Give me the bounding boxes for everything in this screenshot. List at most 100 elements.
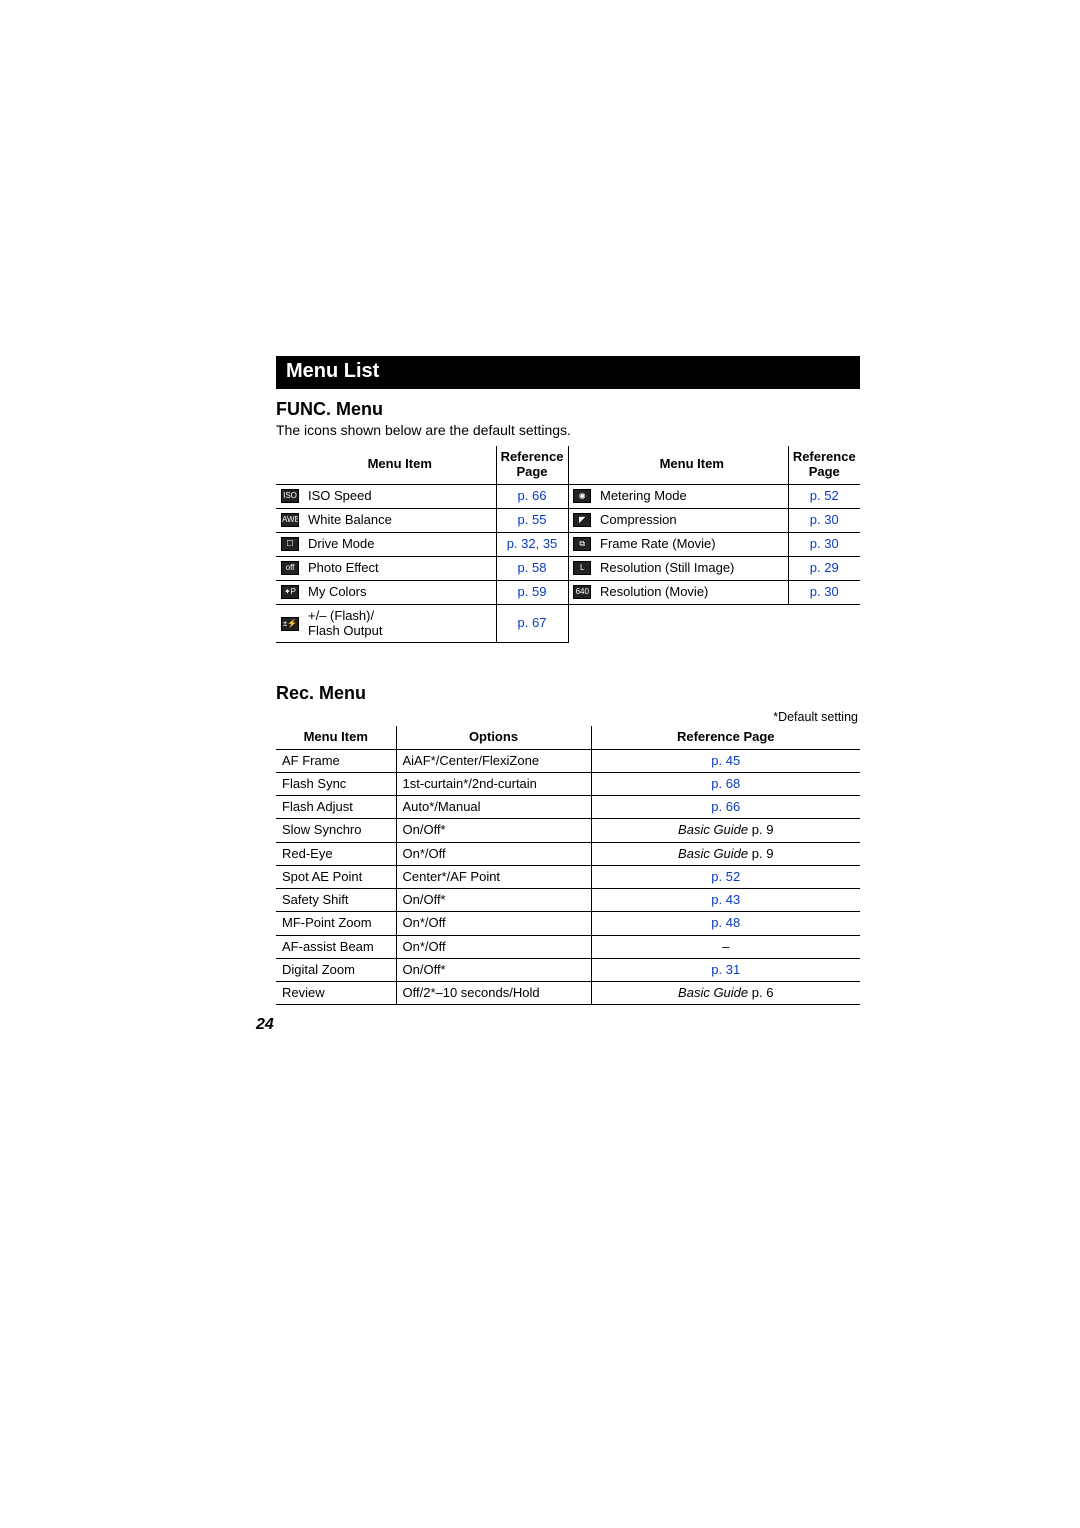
rec-row: Flash Sync1st-curtain*/2nd-curtainp. 68	[276, 772, 860, 795]
rec-ref-cell: Basic Guide p. 6	[591, 982, 860, 1005]
page-number: 24	[256, 1016, 274, 1034]
rec-ref-cell: Basic Guide p. 9	[591, 819, 860, 842]
func-label-cell: Photo Effect	[304, 556, 496, 580]
func-icon-cell: ⧉	[568, 532, 596, 556]
func-th-icon-l	[276, 446, 304, 484]
func-ref-cell[interactable]: p. 30	[788, 532, 860, 556]
rec-item-cell: Safety Shift	[276, 889, 396, 912]
func-label-cell: Metering Mode	[596, 484, 788, 508]
func-menu-title: FUNC. Menu	[276, 399, 860, 420]
menu-icon: ☐	[281, 537, 299, 551]
rec-item-cell: Slow Synchro	[276, 819, 396, 842]
page-reference-link[interactable]: p. 43	[711, 892, 740, 907]
func-icon-cell: ISO	[276, 484, 304, 508]
rec-ref-cell[interactable]: p. 48	[591, 912, 860, 935]
rec-item-cell: Flash Sync	[276, 772, 396, 795]
menu-icon: ✦P	[281, 585, 299, 599]
func-label-cell: Resolution (Movie)	[596, 580, 788, 604]
page-reference-link: p. 58	[518, 560, 547, 575]
rec-ref-cell[interactable]: p. 31	[591, 958, 860, 981]
guide-reference: Basic Guide	[678, 846, 748, 861]
rec-row: Digital ZoomOn/Off*p. 31	[276, 958, 860, 981]
page-reference-link: p. 59	[518, 584, 547, 599]
func-label-cell: Frame Rate (Movie)	[596, 532, 788, 556]
rec-ref-cell[interactable]: p. 68	[591, 772, 860, 795]
func-row: AWBWhite Balancep. 55◤Compressionp. 30	[276, 508, 860, 532]
rec-th-ref: Reference Page	[591, 726, 860, 749]
page-reference-link[interactable]: p. 31	[711, 962, 740, 977]
rec-ref-cell[interactable]: p. 43	[591, 889, 860, 912]
menu-icon: L	[573, 561, 591, 575]
rec-default-note: *Default setting	[276, 710, 858, 724]
rec-options-cell: On/Off*	[396, 819, 591, 842]
func-menu-table: Menu Item Reference Page Menu Item Refer…	[276, 446, 860, 643]
page-reference-link: p. 30	[810, 536, 839, 551]
func-icon-cell: ✦P	[276, 580, 304, 604]
menu-icon: ISO	[281, 489, 299, 503]
func-ref-cell[interactable]: p. 58	[496, 556, 568, 580]
rec-row: Slow SynchroOn/Off*Basic Guide p. 9	[276, 819, 860, 842]
func-ref-cell[interactable]: p. 30	[788, 580, 860, 604]
func-label-cell: ISO Speed	[304, 484, 496, 508]
func-icon-cell: 640	[568, 580, 596, 604]
page-reference-link[interactable]: p. 66	[711, 799, 740, 814]
func-ref-cell[interactable]: p. 67	[496, 604, 568, 643]
func-icon-cell: AWB	[276, 508, 304, 532]
func-ref-cell[interactable]: p. 52	[788, 484, 860, 508]
page-reference-link[interactable]: p. 52	[711, 869, 740, 884]
func-ref-cell[interactable]: p. 55	[496, 508, 568, 532]
func-th-ref-l: Reference Page	[496, 446, 568, 484]
func-icon-cell: ◤	[568, 508, 596, 532]
rec-menu-title: Rec. Menu	[276, 683, 860, 704]
func-label-cell: +/– (Flash)/Flash Output	[304, 604, 496, 643]
rec-ref-cell: –	[591, 935, 860, 958]
menu-icon: AWB	[281, 513, 299, 527]
rec-row: Red-EyeOn*/OffBasic Guide p. 9	[276, 842, 860, 865]
rec-options-cell: On*/Off	[396, 935, 591, 958]
func-icon-cell: L	[568, 556, 596, 580]
func-ref-cell[interactable]: p. 29	[788, 556, 860, 580]
func-th-menuitem-l: Menu Item	[304, 446, 496, 484]
rec-item-cell: Digital Zoom	[276, 958, 396, 981]
func-th-menuitem-r: Menu Item	[596, 446, 788, 484]
rec-options-cell: AiAF*/Center/FlexiZone	[396, 749, 591, 772]
func-row: ☐ Drive Modep. 32, 35 ⧉ Frame Rate (Movie) p…	[276, 532, 860, 556]
page-reference-link: p. 29	[810, 560, 839, 575]
rec-menu-table: Menu Item Options Reference Page AF Fram…	[276, 726, 860, 1005]
page-reference-link[interactable]: p. 48	[711, 915, 740, 930]
func-icon-cell: ±⚡	[276, 604, 304, 643]
guide-reference: Basic Guide	[678, 985, 748, 1000]
func-ref-cell[interactable]: p. 66	[496, 484, 568, 508]
menu-icon: ⧉	[573, 537, 591, 551]
page-reference-link: p. 52	[810, 488, 839, 503]
rec-row: Safety ShiftOn/Off* p. 43	[276, 889, 860, 912]
func-label-cell: White Balance	[304, 508, 496, 532]
func-row: ISOISO Speedp. 66◉Metering Modep. 52	[276, 484, 860, 508]
rec-row: AF-assist BeamOn*/Off–	[276, 935, 860, 958]
menu-icon: 640	[573, 585, 591, 599]
page-reference-link: p. 55	[518, 512, 547, 527]
rec-row: Spot AE PointCenter*/AF Pointp. 52	[276, 865, 860, 888]
func-th-ref-r: Reference Page	[788, 446, 860, 484]
rec-options-cell: Center*/AF Point	[396, 865, 591, 888]
rec-ref-cell[interactable]: p. 66	[591, 796, 860, 819]
page-reference-link[interactable]: p. 45	[711, 753, 740, 768]
page-reference-link[interactable]: p. 68	[711, 776, 740, 791]
rec-item-cell: AF Frame	[276, 749, 396, 772]
func-ref-cell[interactable]: p. 59	[496, 580, 568, 604]
rec-ref-cell[interactable]: p. 52	[591, 865, 860, 888]
func-ref-cell[interactable]: p. 30	[788, 508, 860, 532]
rec-th-menuitem: Menu Item	[276, 726, 396, 749]
func-label-cell: My Colors	[304, 580, 496, 604]
func-label-cell: Drive Mode	[304, 532, 496, 556]
rec-ref-cell[interactable]: p. 45	[591, 749, 860, 772]
func-row: ✦P My Colors p. 59 640 Resolution (Movie)p. …	[276, 580, 860, 604]
manual-page: Menu List FUNC. Menu The icons shown bel…	[0, 0, 1080, 1528]
rec-item-cell: AF-assist Beam	[276, 935, 396, 958]
rec-item-cell: Flash Adjust	[276, 796, 396, 819]
func-ref-cell[interactable]: p. 32, 35	[496, 532, 568, 556]
rec-item-cell: MF-Point Zoom	[276, 912, 396, 935]
func-row: ±⚡+/– (Flash)/Flash Outputp. 67	[276, 604, 860, 643]
menu-icon: ◤	[573, 513, 591, 527]
rec-options-cell: On/Off*	[396, 889, 591, 912]
